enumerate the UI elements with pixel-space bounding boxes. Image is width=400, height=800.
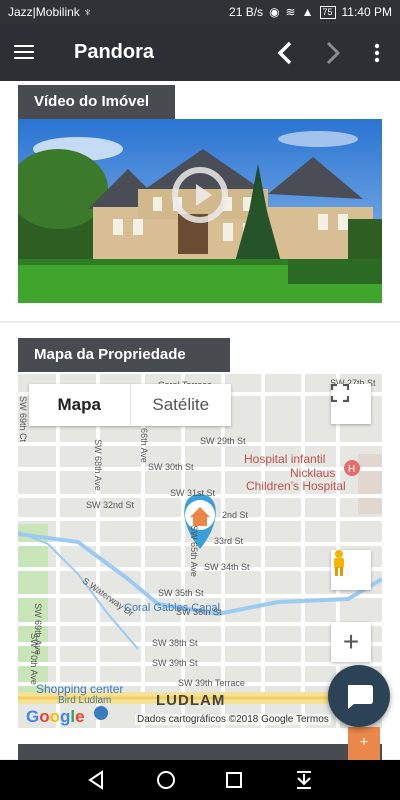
map-label: SW 34th St [204,562,250,572]
map-label: SW 30th St [148,462,194,472]
system-nav-bar [0,760,400,800]
play-icon[interactable] [172,167,228,223]
carrier-label: Jazz|Mobilink ♆ [8,5,93,19]
terms-link[interactable]: Termos [296,714,329,725]
app-title: Pandora [74,41,155,63]
map-label: Coral Gables Canal [124,602,220,614]
battery-icon: 75 [319,5,336,19]
map-label: SW 35th St [158,588,204,598]
map-label: SW 69th Ct [18,395,29,443]
map-label: SW 32nd St [86,500,135,510]
map-label: 33rd St [214,536,244,546]
clock: 11:40 PM [341,5,392,19]
map-label: SW 31st St [170,488,216,498]
status-bar: Jazz|Mobilink ♆ 21 B/s ◉ ≋ ▲ 75 11:40 PM [0,0,400,24]
map-label: SW 68th Ave [92,439,103,491]
map-label: SW 38th St [152,638,198,648]
map-label: SW 29th St [200,436,246,446]
shopping-label: Shopping center [36,682,124,696]
hospital-label: Children's Hospital [246,479,346,493]
district-label: LUDLAM [156,692,226,709]
chat-icon[interactable] [328,665,390,727]
map-attribution: Dados cartográficos ©2018 Google Termos [135,714,331,725]
recents-icon[interactable] [222,768,246,792]
fullscreen-icon[interactable] [331,384,371,424]
zoom-in-icon[interactable]: + [331,622,371,662]
map-type-satellite-button[interactable]: Satélite [129,384,232,426]
map-label: SW 39th Terrace [178,678,245,688]
map-label: SW 39th St [152,658,198,668]
svg-text:H: H [348,464,355,475]
orange-tab-button[interactable]: + [348,727,380,760]
map-label: SW 65th Ave [188,525,199,577]
notification-pull-icon[interactable] [292,768,316,792]
app-bar: Pandora [0,24,400,81]
video-card: Vídeo do Imóvel [0,81,400,321]
pegman-icon[interactable] [331,550,371,590]
hospital-label: Hospital infantil [244,452,326,466]
back-icon[interactable] [84,768,108,792]
map-type-toggle: Mapa Satélite [29,384,231,426]
map-label: 2nd St [222,510,249,520]
home-icon[interactable] [154,768,178,792]
video-section-label: Vídeo do Imóvel [18,85,175,119]
chevron-left-icon[interactable] [268,36,302,70]
next-section-header [18,744,382,760]
more-vert-icon[interactable] [360,36,394,70]
google-logo: Google [26,707,85,726]
eye-icon: ◉ [269,5,280,19]
shopping-label: Bird Ludlam [58,695,112,706]
map-label: SW 69th Ave [32,603,43,655]
signal-icon: ▲ [301,5,314,19]
map-section-label: Mapa da Propriedade [18,338,230,372]
menu-icon[interactable] [14,41,38,63]
hospital-label: Nicklaus [290,466,336,480]
chevron-right-icon[interactable] [316,36,350,70]
network-speed: 21 B/s [229,5,264,19]
wifi-icon: ≋ [285,5,296,19]
property-video[interactable] [18,119,382,303]
map-type-map-button[interactable]: Mapa [29,384,130,426]
